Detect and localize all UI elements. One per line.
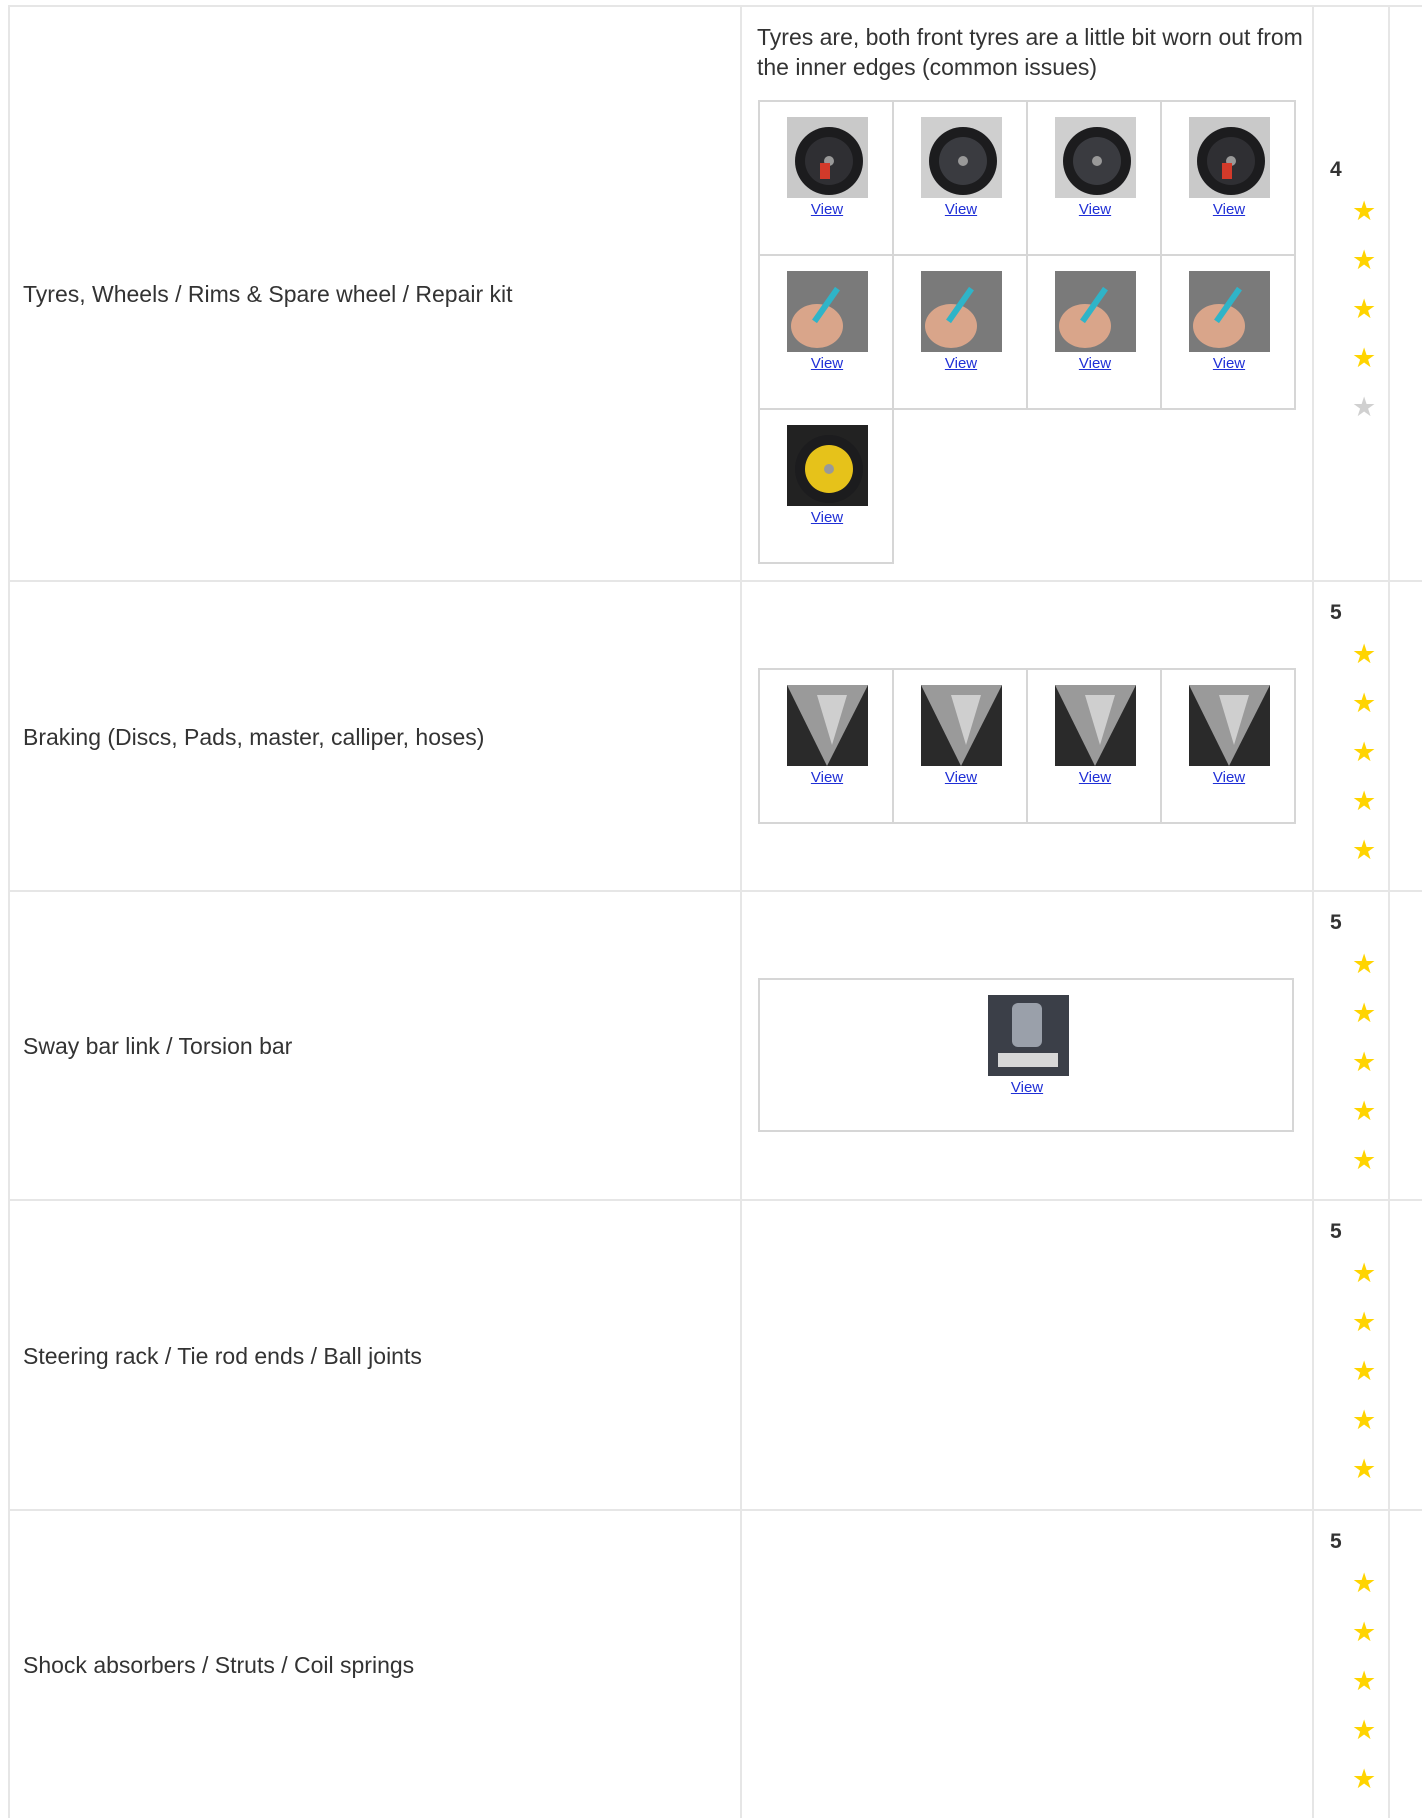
photo-cell: View: [1162, 102, 1296, 256]
star-filled-icon: ★: [1352, 1258, 1377, 1288]
view-photo-link[interactable]: View: [894, 201, 1028, 218]
view-photo-link[interactable]: View: [1162, 769, 1296, 786]
star-rating: ★ ★ ★ ★ ★: [1352, 1570, 1376, 1815]
star-filled-icon: ★: [1352, 1568, 1377, 1598]
star-filled-icon: ★: [1352, 949, 1377, 979]
photo-cell: View: [1162, 256, 1296, 410]
star-filled-icon: ★: [1352, 1715, 1377, 1745]
rating-value: 5: [1330, 601, 1342, 624]
row-label: Tyres, Wheels / Rims & Spare wheel / Rep…: [23, 281, 513, 307]
column-divider: [1388, 5, 1390, 1818]
column-divider: [740, 5, 742, 1818]
photo-thumbnail[interactable]: [921, 117, 1002, 198]
photo-thumbnail[interactable]: [988, 995, 1069, 1076]
view-photo-link[interactable]: View: [760, 201, 894, 218]
photo-cell: View: [760, 256, 894, 410]
star-filled-icon: ★: [1352, 998, 1377, 1028]
photo-gallery: View View View View: [758, 668, 1296, 824]
photo-thumbnail[interactable]: [1189, 271, 1270, 352]
star-rating: ★ ★ ★ ★ ★: [1352, 1260, 1376, 1505]
view-photo-link[interactable]: View: [760, 509, 894, 526]
star-rating: ★ ★ ★ ★ ★: [1352, 641, 1376, 886]
photo-thumbnail[interactable]: [1055, 117, 1136, 198]
photo-thumbnail[interactable]: [921, 685, 1002, 766]
photo-cell: View: [894, 256, 1028, 410]
column-divider: [8, 5, 10, 1818]
star-filled-icon: ★: [1352, 196, 1377, 226]
star-filled-icon: ★: [1352, 294, 1377, 324]
star-filled-icon: ★: [1352, 639, 1377, 669]
star-rating: ★ ★ ★ ★ ★: [1352, 951, 1376, 1196]
star-filled-icon: ★: [1352, 1764, 1377, 1794]
row-label: Shock absorbers / Struts / Coil springs: [23, 1652, 415, 1678]
view-photo-link[interactable]: View: [1028, 355, 1162, 372]
inspection-table: Tyres, Wheels / Rims & Spare wheel / Rep…: [0, 0, 1422, 1818]
star-filled-icon: ★: [1352, 1405, 1377, 1435]
star-filled-icon: ★: [1352, 343, 1377, 373]
view-photo-link[interactable]: View: [1162, 201, 1296, 218]
photo-thumbnail[interactable]: [921, 271, 1002, 352]
row-label: Sway bar link / Torsion bar: [23, 1033, 293, 1059]
row-divider: [8, 1199, 1422, 1201]
photo-gallery: View: [758, 978, 1294, 1132]
star-filled-icon: ★: [1352, 1145, 1377, 1175]
rating-value: 5: [1330, 1220, 1342, 1243]
star-filled-icon: ★: [1352, 786, 1377, 816]
photo-thumbnail[interactable]: [1055, 685, 1136, 766]
star-filled-icon: ★: [1352, 245, 1377, 275]
star-filled-icon: ★: [1352, 1666, 1377, 1696]
view-photo-link[interactable]: View: [894, 355, 1028, 372]
photo-thumbnail[interactable]: [1189, 685, 1270, 766]
view-photo-link[interactable]: View: [760, 355, 894, 372]
row-note: Tyres are, both front tyres are a little…: [757, 24, 1303, 80]
photo-thumbnail[interactable]: [1189, 117, 1270, 198]
photo-thumbnail[interactable]: [787, 271, 868, 352]
star-empty-icon: ★: [1352, 392, 1377, 422]
star-filled-icon: ★: [1352, 1096, 1377, 1126]
photo-cell: View: [1028, 102, 1162, 256]
star-rating: ★ ★ ★ ★ ★: [1352, 198, 1376, 443]
view-photo-link[interactable]: View: [1028, 201, 1162, 218]
photo-cell: View: [1162, 670, 1296, 824]
photo-cell: View: [760, 410, 894, 564]
view-photo-link[interactable]: View: [1028, 769, 1162, 786]
star-filled-icon: ★: [1352, 1307, 1377, 1337]
row-divider: [8, 890, 1422, 892]
star-filled-icon: ★: [1352, 1617, 1377, 1647]
table-border-top: [8, 5, 1422, 7]
row-divider: [8, 580, 1422, 582]
star-filled-icon: ★: [1352, 1356, 1377, 1386]
star-filled-icon: ★: [1352, 835, 1377, 865]
photo-cell: View: [760, 102, 894, 256]
star-filled-icon: ★: [1352, 737, 1377, 767]
photo-cell: View: [894, 102, 1028, 256]
photo-thumbnail[interactable]: [787, 117, 868, 198]
photo-cell: View: [1028, 670, 1162, 824]
photo-cell: View: [760, 670, 894, 824]
photo-thumbnail[interactable]: [787, 425, 868, 506]
rating-value: 5: [1330, 911, 1342, 934]
view-photo-link[interactable]: View: [760, 769, 894, 786]
photo-cell: View: [894, 670, 1028, 824]
photo-cell: View: [760, 980, 1292, 1130]
rating-value: 5: [1330, 1530, 1342, 1553]
row-label: Steering rack / Tie rod ends / Ball join…: [23, 1343, 422, 1369]
photo-thumbnail[interactable]: [787, 685, 868, 766]
star-filled-icon: ★: [1352, 1047, 1377, 1077]
row-label: Braking (Discs, Pads, master, calliper, …: [23, 724, 485, 750]
photo-cell: View: [1028, 256, 1162, 410]
star-filled-icon: ★: [1352, 1454, 1377, 1484]
view-photo-link[interactable]: View: [1162, 355, 1296, 372]
photo-thumbnail[interactable]: [1055, 271, 1136, 352]
row-divider: [8, 1509, 1422, 1511]
view-photo-link[interactable]: View: [894, 769, 1028, 786]
view-photo-link[interactable]: View: [960, 1079, 1094, 1096]
photo-gallery: View View View View View View View View View: [758, 100, 1296, 564]
rating-value: 4: [1330, 158, 1342, 181]
star-filled-icon: ★: [1352, 688, 1377, 718]
column-divider: [1312, 5, 1314, 1818]
